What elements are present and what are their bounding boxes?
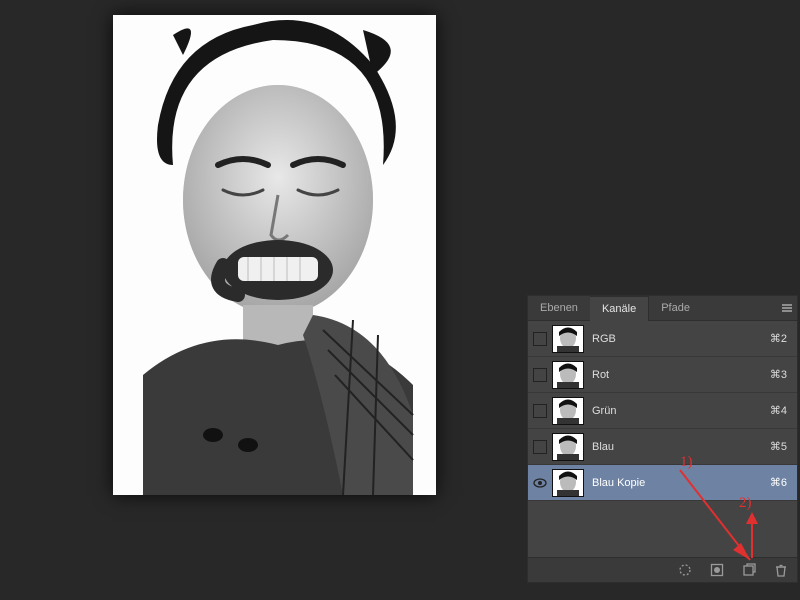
channel-shortcut: ⌘3 xyxy=(770,368,787,381)
channel-name: Rot xyxy=(592,369,609,381)
channel-row-gruen[interactable]: Grün ⌘4 xyxy=(528,393,797,429)
channel-name: RGB xyxy=(592,333,616,345)
document-canvas[interactable] xyxy=(113,15,436,495)
channel-name: Blau Kopie xyxy=(592,477,645,489)
document-image xyxy=(113,15,436,495)
visibility-toggle[interactable] xyxy=(528,429,552,465)
channel-list: RGB ⌘2 Rot ⌘3 Grün ⌘4 Blau ⌘5 Blau K xyxy=(528,321,797,501)
channel-shortcut: ⌘5 xyxy=(770,440,787,453)
channel-thumb xyxy=(552,325,584,353)
panel-footer xyxy=(528,557,797,582)
panel-menu-icon[interactable] xyxy=(777,296,797,320)
channel-row-rot[interactable]: Rot ⌘3 xyxy=(528,357,797,393)
channel-row-blau[interactable]: Blau ⌘5 xyxy=(528,429,797,465)
visibility-toggle[interactable] xyxy=(528,357,552,393)
channel-thumb xyxy=(552,469,584,497)
channel-row-rgb[interactable]: RGB ⌘2 xyxy=(528,321,797,357)
visibility-toggle[interactable] xyxy=(528,465,552,501)
channel-name: Grün xyxy=(592,405,616,417)
visibility-toggle[interactable] xyxy=(528,393,552,429)
eye-icon xyxy=(533,478,547,488)
new-channel-icon[interactable] xyxy=(741,562,757,578)
channel-thumb xyxy=(552,361,584,389)
tab-kanaele[interactable]: Kanäle xyxy=(590,296,649,321)
channel-name: Blau xyxy=(592,441,614,453)
channel-row-blau-kopie[interactable]: Blau Kopie ⌘6 xyxy=(528,465,797,501)
channel-shortcut: ⌘4 xyxy=(770,404,787,417)
panel-tab-bar: Ebenen Kanäle Pfade xyxy=(528,296,797,321)
channel-shortcut: ⌘6 xyxy=(770,476,787,489)
channel-thumb xyxy=(552,397,584,425)
save-selection-icon[interactable] xyxy=(709,562,725,578)
channel-shortcut: ⌘2 xyxy=(770,332,787,345)
tab-pfade[interactable]: Pfade xyxy=(649,296,702,320)
visibility-toggle[interactable] xyxy=(528,321,552,357)
delete-channel-icon[interactable] xyxy=(773,562,789,578)
tab-ebenen[interactable]: Ebenen xyxy=(528,296,590,320)
channels-panel: Ebenen Kanäle Pfade RGB ⌘2 Rot ⌘3 Grün ⌘… xyxy=(527,295,798,583)
channel-thumb xyxy=(552,433,584,461)
load-selection-icon[interactable] xyxy=(677,562,693,578)
